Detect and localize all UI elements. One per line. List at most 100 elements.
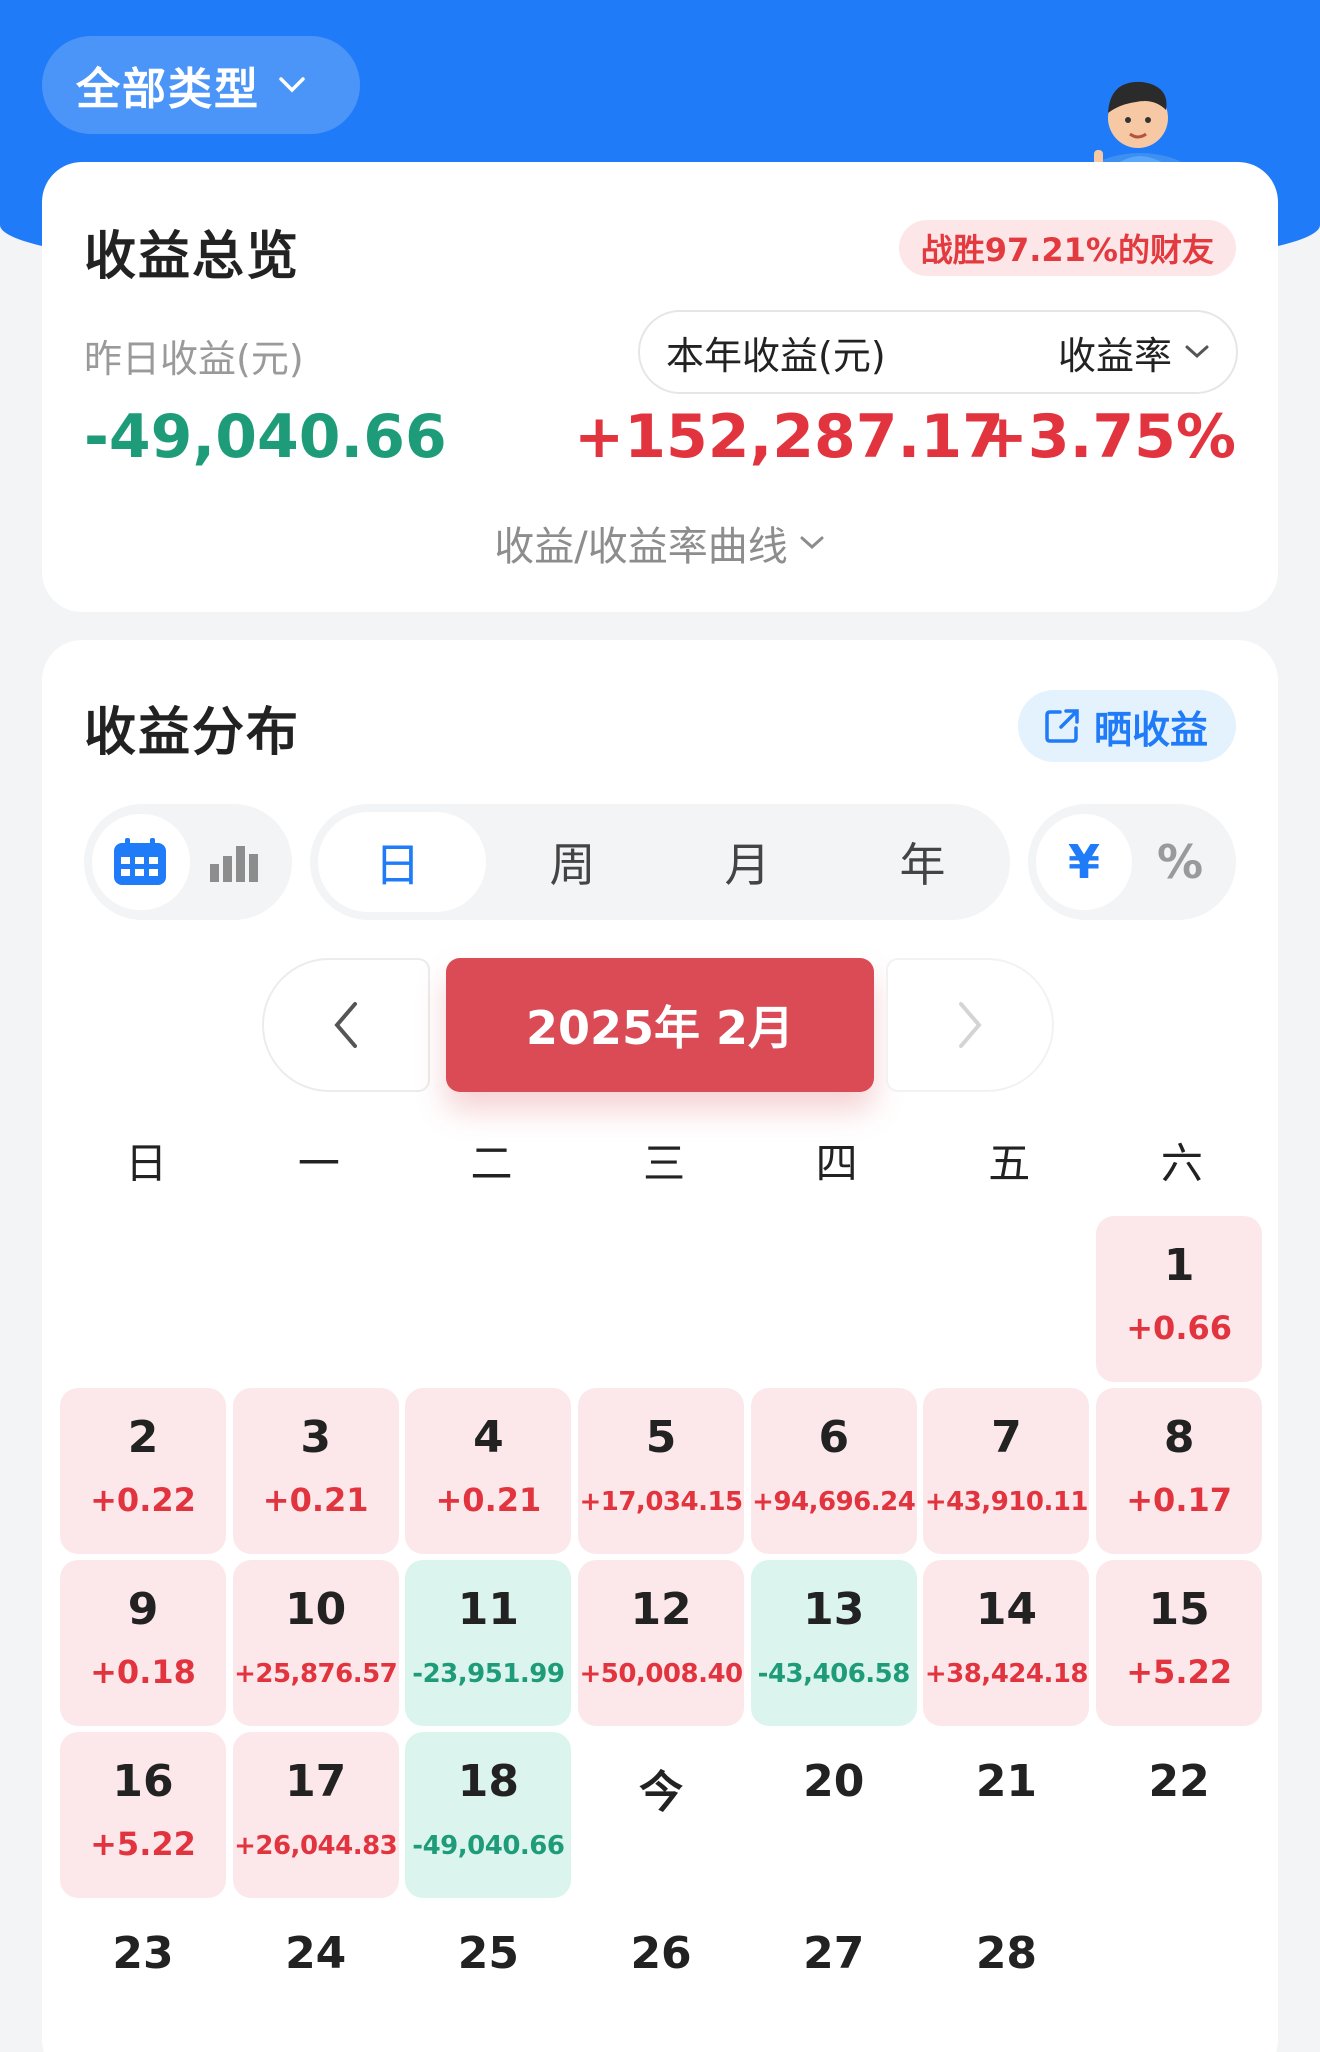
chevron-down-icon <box>279 77 305 93</box>
period-week[interactable]: 周 <box>485 804 660 920</box>
day-number: 22 <box>1148 1756 1210 1807</box>
day-number: 25 <box>457 1928 519 1979</box>
weekday-label: 六 <box>1160 1139 1203 1188</box>
calendar-icon <box>114 838 166 885</box>
overview-title: 收益总览 <box>84 227 301 287</box>
overview-card: 收益总览 战胜97.21%的财友 昨日收益(元) 本年收益(元) 收益率 -49… <box>42 162 1278 612</box>
calendar-day-cell[interactable]: 14 +38,424.18 <box>923 1560 1090 1726</box>
day-number: 6 <box>818 1412 850 1463</box>
day-profit: +25,876.57 <box>234 1659 398 1689</box>
calendar-day-cell[interactable]: 1 +0.66 <box>1096 1216 1263 1382</box>
day-profit: +17,034.15 <box>579 1487 743 1517</box>
day-profit: +0.21 <box>262 1481 369 1519</box>
calendar-day-cell[interactable]: 28 <box>923 1904 1089 2052</box>
day-profit: +26,044.83 <box>234 1831 398 1861</box>
day-number: 17 <box>285 1756 347 1807</box>
weekday-label: 二 <box>470 1139 513 1188</box>
type-filter-label: 全部类型 <box>76 64 260 115</box>
day-number: 27 <box>803 1928 865 1979</box>
day-profit: -49,040.66 <box>412 1831 565 1861</box>
calendar-day-cell[interactable]: 2 +0.22 <box>60 1388 226 1554</box>
calendar-day-cell[interactable]: 15 +5.22 <box>1096 1560 1263 1726</box>
day-profit: +0.17 <box>1126 1481 1232 1519</box>
day-number: 21 <box>975 1756 1038 1807</box>
calendar-day-cell[interactable]: 8 +0.17 <box>1096 1388 1263 1554</box>
day-number: 2 <box>127 1412 159 1463</box>
day-profit: -23,951.99 <box>412 1659 565 1689</box>
calendar-day-cell[interactable]: 4 +0.21 <box>405 1388 572 1554</box>
next-month-button[interactable] <box>886 958 1054 1092</box>
day-number: 23 <box>112 1928 174 1979</box>
day-number: 20 <box>803 1756 865 1807</box>
unit-percent[interactable]: % <box>1132 814 1228 910</box>
chevron-left-icon <box>334 1002 357 1048</box>
year-label: 本年收益(元) <box>666 333 886 378</box>
calendar-day-cell[interactable]: 10 +25,876.57 <box>232 1560 399 1726</box>
year-value: +152,287.17 <box>574 402 1004 472</box>
calendar-day-cell[interactable]: 23 <box>60 1904 226 2052</box>
calendar-day-cell[interactable]: 22 <box>1096 1732 1262 1898</box>
month-title: 2025年 2月 <box>446 958 874 1092</box>
day-number: 10 <box>285 1584 347 1635</box>
year-rate-selector[interactable]: 本年收益(元) 收益率 <box>638 310 1238 394</box>
calendar-day-cell[interactable]: 9 +0.18 <box>60 1560 226 1726</box>
period-day[interactable]: 日 <box>310 804 485 920</box>
chart-view-button[interactable] <box>188 814 284 910</box>
day-profit: +94,696.24 <box>752 1487 916 1517</box>
calendar-day-cell[interactable]: 12 +50,008.40 <box>578 1560 745 1726</box>
share-label: 晒收益 <box>1093 707 1208 752</box>
weekday-label: 一 <box>297 1139 340 1188</box>
calendar-day-cell[interactable]: 5 +17,034.15 <box>578 1388 745 1554</box>
calendar-day-cell[interactable]: 17 +26,044.83 <box>232 1732 399 1898</box>
bar-chart-icon <box>210 846 258 882</box>
day-number: 4 <box>473 1412 504 1463</box>
calendar-day-cell[interactable]: 24 <box>233 1904 399 2052</box>
day-number: 28 <box>975 1928 1038 1979</box>
unit-yuan[interactable]: ¥ <box>1036 814 1132 910</box>
period-month[interactable]: 月 <box>660 804 835 920</box>
day-number: 24 <box>285 1928 347 1979</box>
day-profit: +0.18 <box>90 1653 196 1691</box>
weekday-label: 日 <box>125 1139 168 1188</box>
calendar-day-cell[interactable]: 18 -49,040.66 <box>405 1732 572 1898</box>
day-profit: +50,008.40 <box>579 1659 743 1689</box>
calendar-day-cell[interactable]: 今 <box>578 1732 744 1898</box>
day-number: 9 <box>127 1584 159 1635</box>
yesterday-label: 昨日收益(元) <box>84 337 304 381</box>
calendar-day-cell[interactable]: 16 +5.22 <box>60 1732 226 1898</box>
weekday-label: 三 <box>643 1139 686 1188</box>
day-profit: +5.22 <box>90 1825 196 1863</box>
distribution-title: 收益分布 <box>84 703 301 763</box>
day-profit: +5.22 <box>1126 1653 1232 1691</box>
day-number: 13 <box>803 1584 865 1635</box>
prev-month-button[interactable] <box>262 958 430 1092</box>
day-number: 11 <box>457 1584 519 1635</box>
calendar-day-cell[interactable]: 26 <box>578 1904 744 2052</box>
period-selector: 日 周 月 年 <box>310 804 1010 920</box>
calendar-day-cell[interactable]: 3 +0.21 <box>232 1388 399 1554</box>
day-profit: +0.21 <box>435 1481 542 1519</box>
share-icon <box>1045 709 1079 743</box>
calendar-day-cell[interactable]: 21 <box>923 1732 1089 1898</box>
share-profit-button[interactable]: 晒收益 <box>1017 690 1236 762</box>
calendar-day-cell[interactable]: 25 <box>405 1904 571 2052</box>
type-filter-dropdown[interactable]: 全部类型 <box>42 36 360 134</box>
rank-badge: 战胜97.21%的财友 <box>898 220 1236 276</box>
calendar-view-button[interactable] <box>92 814 188 910</box>
curve-label: 收益/收益率曲线 <box>494 524 788 570</box>
day-number: 14 <box>975 1584 1038 1635</box>
calendar-day-cell[interactable]: 11 -23,951.99 <box>405 1560 572 1726</box>
day-number: 26 <box>630 1928 692 1979</box>
calendar-day-cell[interactable]: 7 +43,910.11 <box>923 1388 1090 1554</box>
yesterday-value: -49,040.66 <box>84 402 447 472</box>
calendar-day-cell[interactable]: 13 -43,406.58 <box>750 1560 917 1726</box>
curve-toggle[interactable]: 收益/收益率曲线 <box>42 514 1278 572</box>
period-year[interactable]: 年 <box>835 804 1010 920</box>
rate-dropdown[interactable]: 收益率 <box>1058 325 1210 380</box>
day-number: 12 <box>630 1584 692 1635</box>
calendar-day-cell[interactable]: 27 <box>751 1904 917 2052</box>
calendar-day-cell[interactable]: 20 <box>751 1732 917 1898</box>
day-number: 3 <box>300 1412 331 1463</box>
rate-value: +3.75% <box>977 402 1236 472</box>
calendar-day-cell[interactable]: 6 +94,696.24 <box>750 1388 917 1554</box>
